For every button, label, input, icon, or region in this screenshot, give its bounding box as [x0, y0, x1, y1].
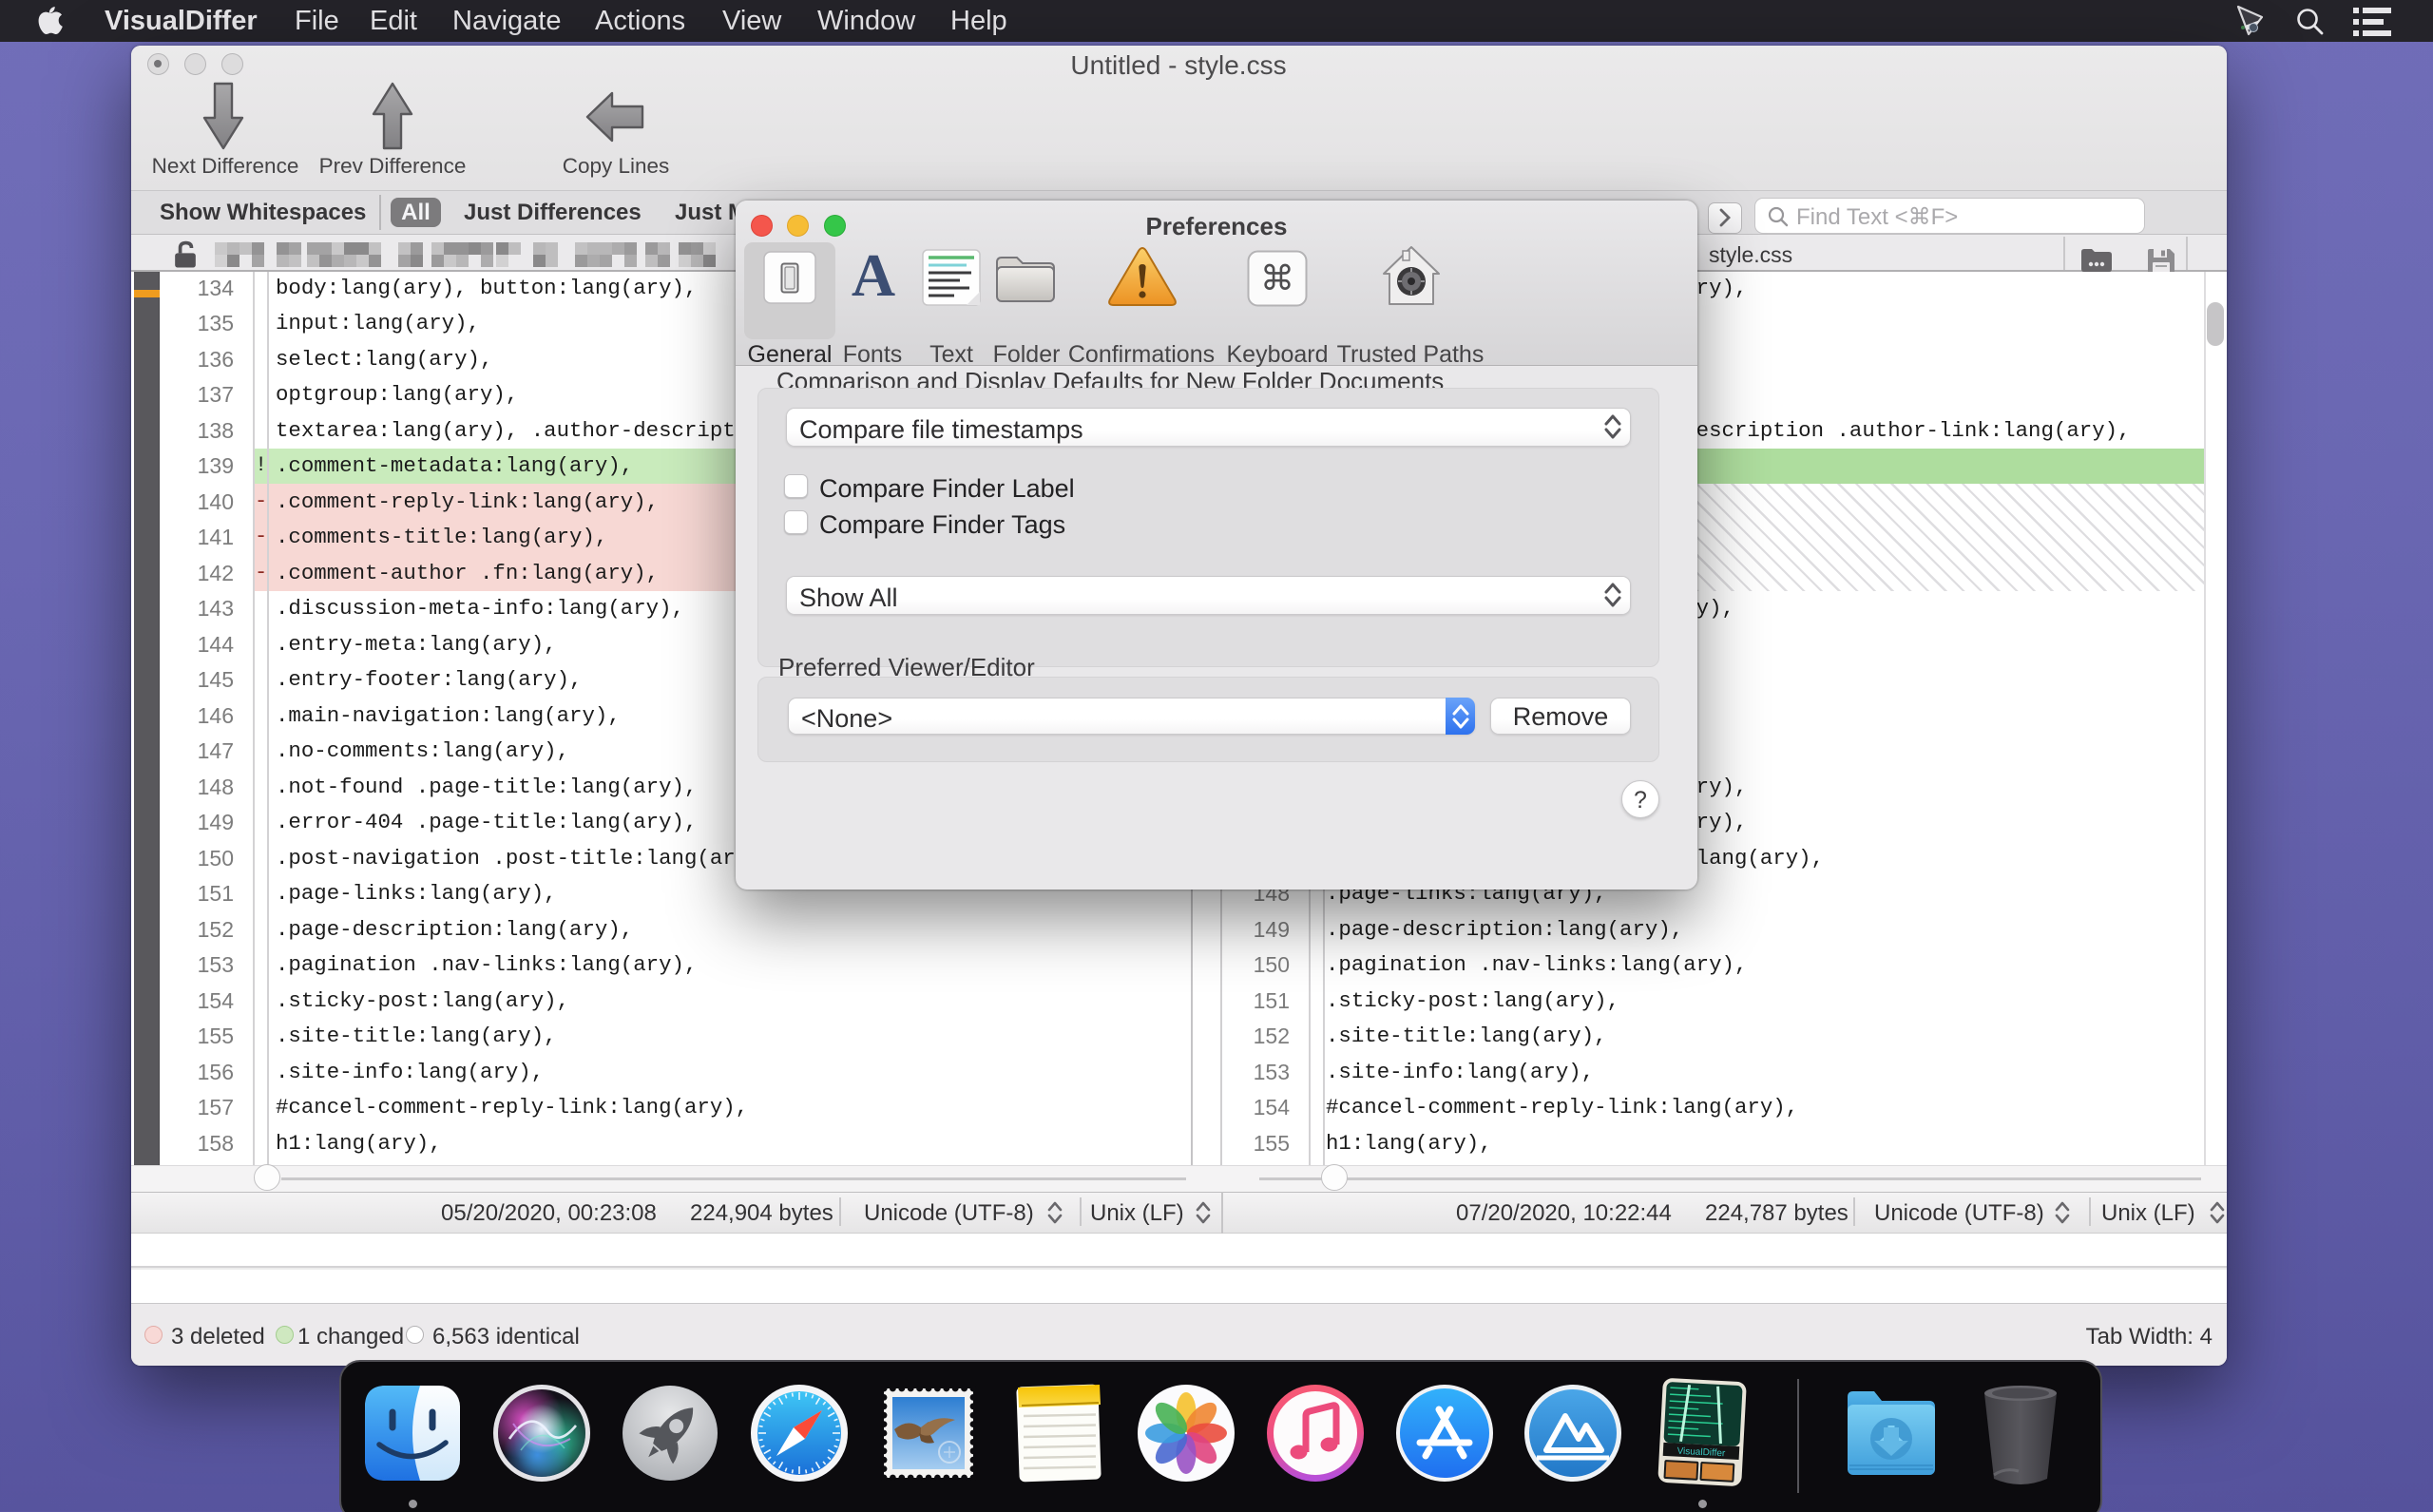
svg-text:⌘: ⌘: [1260, 258, 1294, 297]
